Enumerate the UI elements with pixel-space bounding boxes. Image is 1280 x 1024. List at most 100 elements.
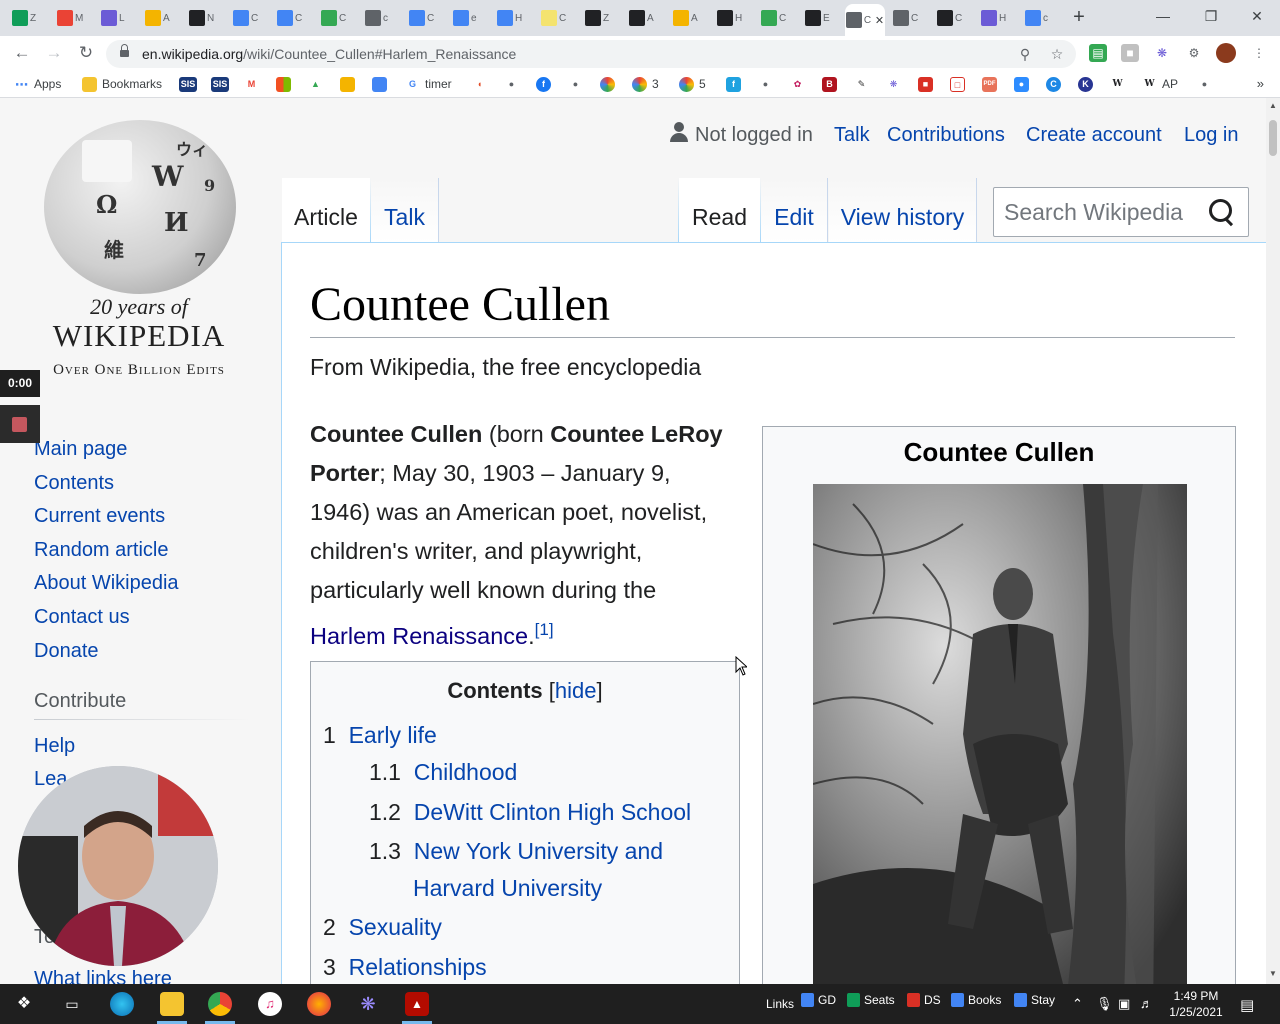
sidebar-item-help[interactable]: Help [34, 730, 75, 763]
bookmark-icon-item[interactable]: K [1078, 76, 1098, 92]
toc-link[interactable]: Childhood [414, 759, 518, 785]
browser-tab[interactable]: c [1021, 4, 1055, 32]
taskbar-link-gd[interactable]: GD [801, 992, 836, 1008]
browser-tab[interactable]: M [53, 4, 87, 32]
sidebar-item-what-links-here[interactable]: What links here [34, 968, 172, 984]
browser-tab[interactable]: c [361, 4, 395, 32]
bookmark-icon-item[interactable]: PDF [982, 76, 1002, 92]
app-flower-icon[interactable]: ❋ [356, 992, 380, 1016]
create-account-link[interactable]: Create account [1026, 124, 1162, 147]
restore-button[interactable]: ❐ [1196, 6, 1226, 26]
bookmark-office[interactable] [276, 76, 296, 92]
portrait-photo[interactable] [813, 484, 1187, 984]
browser-tab[interactable]: C [757, 4, 791, 32]
sidebar-item-current-events[interactable]: Current events [34, 500, 254, 534]
browser-tab[interactable]: C [317, 4, 351, 32]
browser-tab[interactable]: A [625, 4, 659, 32]
bookmark-icon-item[interactable]: ■ [918, 76, 938, 92]
bookmark-icon-item[interactable]: ◖ [472, 76, 492, 92]
page-scrollbar[interactable]: ▲ ▼ [1266, 98, 1280, 984]
browser-tab[interactable]: L [97, 4, 131, 32]
toc-link[interactable]: DeWitt Clinton High School [414, 799, 691, 825]
bookmark-icon-item[interactable]: ❋ [886, 76, 906, 92]
browser-tab[interactable]: Z [581, 4, 615, 32]
menu-kebab-icon[interactable]: ⋮ [1250, 44, 1268, 62]
bookmark-icon-item[interactable]: ● [1197, 76, 1217, 92]
tab-talk[interactable]: Talk [371, 178, 439, 242]
taskbar-link-seats[interactable]: Seats [847, 992, 895, 1008]
bookmark-facebook[interactable]: f [536, 76, 556, 92]
taskbar-link-ds[interactable]: DS [907, 992, 941, 1008]
bookmark-folder[interactable]: Bookmarks [82, 76, 162, 92]
scroll-down-arrow[interactable]: ▼ [1269, 970, 1277, 978]
stop-recording-button[interactable] [0, 405, 40, 443]
toc-item[interactable]: 2 Sexuality [323, 914, 442, 941]
search-input[interactable] [1004, 196, 1204, 228]
bookmark-wikipedia-ap[interactable]: W AP [1142, 76, 1178, 92]
browser-tab[interactable]: C ✕ [845, 4, 885, 36]
browser-tab[interactable]: C [405, 4, 439, 32]
bookmark-zoom[interactable]: ● [1014, 76, 1034, 92]
extension-icon[interactable]: ❋ [1153, 44, 1171, 62]
itunes-icon[interactable]: ♫ [258, 992, 282, 1016]
tab-edit[interactable]: Edit [761, 178, 828, 242]
toc-item[interactable]: 1.1 Childhood [369, 759, 517, 786]
tab-read[interactable]: Read [679, 178, 760, 242]
toc-link[interactable]: Sexuality [349, 914, 442, 940]
sidebar-item-random-article[interactable]: Random article [34, 534, 254, 568]
taskbar-link-books[interactable]: Books [951, 992, 1001, 1008]
reference-link[interactable]: [1] [535, 620, 554, 639]
browser-tab[interactable]: E [801, 4, 835, 32]
browser-tab[interactable]: Z [8, 4, 42, 32]
forward-button[interactable]: → [43, 42, 65, 64]
bookmark-icon-item[interactable]: f [726, 76, 746, 92]
browser-tab[interactable]: C [273, 4, 307, 32]
acrobat-icon[interactable]: ▲ [405, 992, 429, 1016]
browser-tab[interactable]: H [977, 4, 1011, 32]
tab-article[interactable]: Article [282, 178, 370, 242]
file-explorer-icon[interactable] [160, 992, 184, 1016]
close-window-button[interactable]: ✕ [1242, 6, 1272, 26]
sidebar-item-donate[interactable]: Donate [34, 635, 254, 669]
browser-tab[interactable]: C [229, 4, 263, 32]
bookmark-icon-item[interactable]: 3 [632, 76, 659, 92]
tab-close-icon[interactable]: ✕ [875, 14, 884, 27]
bookmarks-overflow-button[interactable]: » [1257, 76, 1264, 91]
bookmark-icon-item[interactable]: ● [758, 76, 778, 92]
minimize-button[interactable]: — [1148, 6, 1178, 26]
browser-tab[interactable]: H [713, 4, 747, 32]
extensions-puzzle-icon[interactable]: ⚙ [1185, 44, 1203, 62]
sidebar-item-main-page[interactable]: Main page [34, 433, 254, 467]
personal-talk-link[interactable]: Talk [834, 124, 870, 147]
bookmark-classroom[interactable] [340, 76, 360, 92]
toc-link[interactable]: New York University and [414, 838, 663, 864]
search-icon[interactable] [1208, 198, 1236, 226]
bookmark-icon-item[interactable] [600, 76, 620, 92]
volume-icon[interactable]: ♬ [1140, 996, 1153, 1011]
toc-item[interactable]: 1 Early life [323, 722, 437, 749]
browser-tab[interactable]: C [933, 4, 967, 32]
toc-link[interactable]: Relationships [349, 954, 487, 980]
log-in-link[interactable]: Log in [1184, 124, 1239, 147]
edge-icon[interactable] [110, 992, 134, 1016]
chrome-icon[interactable] [208, 992, 232, 1016]
address-bar[interactable]: en.wikipedia.org/wiki/Countee_Cullen#Har… [106, 40, 1076, 68]
sidebar-item-about-wikipedia[interactable]: About Wikipedia [34, 567, 254, 601]
browser-tab[interactable]: A [669, 4, 703, 32]
wikipedia-logo[interactable]: W Ω И 維 ウィ 7 9 20 years of WIKIPEDIA Ove… [34, 114, 244, 378]
url-text[interactable]: en.wikipedia.org/wiki/Countee_Cullen#Har… [142, 46, 516, 62]
new-tab-button[interactable]: + [1068, 6, 1090, 28]
bookmark-apps[interactable]: ⋯ Apps [14, 76, 61, 92]
toc-item[interactable]: 1.3 New York University and [369, 838, 663, 865]
profile-avatar[interactable] [1216, 43, 1236, 63]
scroll-thumb[interactable] [1269, 120, 1277, 156]
extension-icon[interactable]: ▤ [1089, 44, 1107, 62]
tab-view-history[interactable]: View history [829, 178, 977, 242]
taskbar-link-stay[interactable]: Stay [1014, 992, 1055, 1008]
browser-tab[interactable]: A [141, 4, 175, 32]
taskbar-clock[interactable]: 1:49 PM 1/25/2021 [1158, 988, 1234, 1020]
bookmark-icon-item[interactable]: 5 [679, 76, 706, 92]
browser-tab[interactable]: H [493, 4, 527, 32]
notifications-icon[interactable]: ▤ [1240, 996, 1254, 1014]
microphone-icon[interactable]: 🎙 [1096, 996, 1113, 1012]
